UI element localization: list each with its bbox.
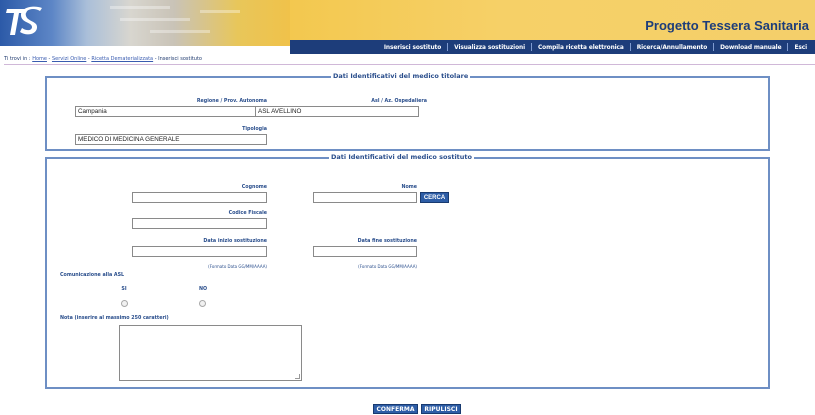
nav-ricerca-annullamento[interactable]: Ricerca/Annullamento xyxy=(629,43,713,51)
data-fine-hint: (Formato Data GG/MM/AAAA) xyxy=(358,264,417,269)
tipologia-field[interactable]: MEDICO DI MEDICINA GENERALE xyxy=(75,134,267,145)
cognome-label: Cognome xyxy=(241,185,267,190)
nav-download-manuale[interactable]: Download manuale xyxy=(713,43,787,51)
breadcrumb-prefix: Ti trovi in : xyxy=(4,56,33,62)
no-label: NO xyxy=(198,287,208,292)
sostituto-fieldset: Dati Identificativi del medico sostituto… xyxy=(45,153,770,389)
tipologia-label: Tipologia xyxy=(242,127,267,132)
breadcrumb-current: Inserisci sostituto xyxy=(158,56,202,62)
si-radio[interactable] xyxy=(121,300,128,307)
breadcrumb-servizi-online[interactable]: Servizi Online xyxy=(52,56,86,62)
nome-label: Nome xyxy=(401,185,417,190)
nota-textarea[interactable] xyxy=(119,325,302,381)
app-title: Progetto Tessera Sanitaria xyxy=(645,18,809,33)
codice-fiscale-label: Codice Fiscale xyxy=(228,211,267,216)
titolare-legend: Dati Identificativi del medico titolare xyxy=(331,72,471,80)
nome-input[interactable] xyxy=(313,192,417,203)
data-fine-input[interactable] xyxy=(313,246,417,257)
nav-inserisci-sostituto[interactable]: Inserisci sostituto xyxy=(378,43,447,51)
nav-visualizza-sostituzioni[interactable]: Visualizza sostituzioni xyxy=(447,43,531,51)
cognome-input[interactable] xyxy=(132,192,267,203)
cerca-button[interactable]: CERCA xyxy=(420,192,449,203)
breadcrumb: Ti trovi in : Home - Servizi Online - Ri… xyxy=(4,56,815,65)
nav-esci[interactable]: Esci xyxy=(787,43,813,51)
breadcrumb-home[interactable]: Home xyxy=(32,56,47,62)
top-navigation: Inserisci sostituto Visualizza sostituzi… xyxy=(290,40,815,54)
comunicazione-label: Comunicazione alla ASL xyxy=(60,273,125,278)
conferma-button[interactable]: CONFERMA xyxy=(373,404,418,414)
asl-label: Asl / Az. Ospedaliera xyxy=(371,99,427,104)
nav-compila-ricetta[interactable]: Compila ricetta elettronica xyxy=(530,43,630,51)
regione-label: Regione / Prov. Autonoma xyxy=(196,99,267,104)
data-inizio-label: Data inizio sostituzione xyxy=(203,239,267,244)
titolare-fieldset: Dati Identificativi del medico titolare … xyxy=(45,72,770,151)
resize-grip-icon[interactable] xyxy=(295,374,300,379)
data-inizio-input[interactable] xyxy=(132,246,267,257)
regione-field[interactable]: Campania xyxy=(75,106,267,117)
si-label: SI xyxy=(121,287,127,292)
ripulisci-button[interactable]: RIPULISCI xyxy=(421,404,461,414)
sostituto-legend: Dati Identificativi del medico sostituto xyxy=(329,153,474,161)
breadcrumb-ricetta-dematerializzata[interactable]: Ricetta Dematerializzata xyxy=(91,56,153,62)
nota-label: Nota (inserire al massimo 250 caratteri) xyxy=(60,316,169,321)
ts-logo: TS xyxy=(4,3,44,41)
data-inizio-hint: (Formato Data GG/MM/AAAA) xyxy=(208,264,267,269)
data-fine-label: Data fine sostituzione xyxy=(357,239,417,244)
app-header: TS Progetto Tessera Sanitaria Inserisci … xyxy=(0,0,815,56)
codice-fiscale-input[interactable] xyxy=(132,218,267,229)
asl-field[interactable]: ASL AVELLINO xyxy=(255,106,419,117)
no-radio[interactable] xyxy=(199,300,206,307)
